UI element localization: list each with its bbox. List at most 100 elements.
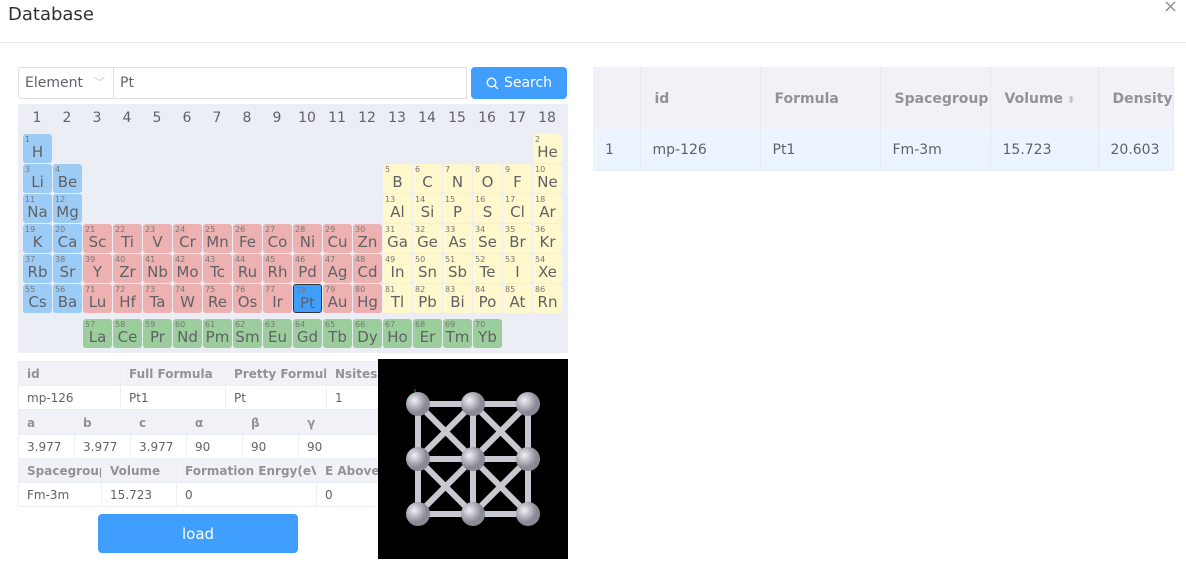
element-sm[interactable]: 62 Sm (233, 319, 262, 348)
element-la[interactable]: 57 La (83, 319, 112, 348)
element-kr[interactable]: 36 Kr (533, 224, 562, 253)
element-yb[interactable]: 70 Yb (473, 319, 502, 348)
element-mn[interactable]: 25 Mn (203, 224, 232, 253)
element-te[interactable]: 52 Te (473, 254, 502, 283)
element-in[interactable]: 49 In (383, 254, 412, 283)
element-tm[interactable]: 69 Tm (443, 319, 472, 348)
search-button[interactable]: Search (471, 67, 567, 99)
element-ge[interactable]: 32 Ge (413, 224, 442, 253)
element-br[interactable]: 35 Br (503, 224, 532, 253)
element-tc[interactable]: 43 Tc (203, 254, 232, 283)
element-ta[interactable]: 73 Ta (143, 284, 172, 313)
element-n[interactable]: 7N (443, 164, 472, 193)
element-al[interactable]: 13 Al (383, 194, 412, 223)
element-pb[interactable]: 82 Pb (413, 284, 442, 313)
element-cr[interactable]: 24 Cr (173, 224, 202, 253)
element-li[interactable]: 3 Li (23, 164, 52, 193)
element-xe[interactable]: 54 Xe (533, 254, 562, 283)
element-as[interactable]: 33 As (443, 224, 472, 253)
column-header-density[interactable]: Density⬍ (1098, 67, 1174, 130)
element-ne[interactable]: 10 Ne (533, 164, 562, 193)
element-ho[interactable]: 67 Ho (383, 319, 412, 348)
column-header-volume[interactable]: Volume ⬍ (990, 67, 1099, 130)
element-pt[interactable]: 78 Pt (293, 284, 322, 313)
element-pd[interactable]: 46 Pd (293, 254, 322, 283)
element-symbol: Yb (478, 328, 497, 346)
element-pr[interactable]: 59 Pr (143, 319, 172, 348)
element-ca[interactable]: 20 Ca (53, 224, 82, 253)
element-ba[interactable]: 56 Ba (53, 284, 82, 313)
element-si[interactable]: 14 Si (413, 194, 442, 223)
element-i[interactable]: 53 I (503, 254, 532, 283)
element-f[interactable]: 9F (503, 164, 532, 193)
element-au[interactable]: 79 Au (323, 284, 352, 313)
element-rh[interactable]: 45 Rh (263, 254, 292, 283)
element-cd[interactable]: 48 Cd (353, 254, 382, 283)
element-tb[interactable]: 65 Tb (323, 319, 352, 348)
element-ga[interactable]: 31 Ga (383, 224, 412, 253)
element-symbol: Ge (417, 233, 438, 251)
element-mo[interactable]: 42 Mo (173, 254, 202, 283)
element-zr[interactable]: 40 Zr (113, 254, 142, 283)
element-ti[interactable]: 22 Ti (113, 224, 142, 253)
load-button[interactable]: load (98, 514, 298, 553)
element-be[interactable]: 4 Be (53, 164, 82, 193)
element-re[interactable]: 75 Re (203, 284, 232, 313)
element-sc[interactable]: 21 Sc (83, 224, 112, 253)
element-w[interactable]: 74 W (173, 284, 202, 313)
element-gd[interactable]: 64 Gd (293, 319, 322, 348)
element-he[interactable]: 2 He (533, 134, 562, 163)
element-mg[interactable]: 12 Mg (53, 194, 82, 223)
element-dy[interactable]: 66 Dy (353, 319, 382, 348)
element-co[interactable]: 27 Co (263, 224, 292, 253)
element-cl[interactable]: 17 Cl (503, 194, 532, 223)
element-sr[interactable]: 38 Sr (53, 254, 82, 283)
element-tl[interactable]: 81 Tl (383, 284, 412, 313)
element-fe[interactable]: 26 Fe (233, 224, 262, 253)
element-rn[interactable]: 86 Rn (533, 284, 562, 313)
element-nb[interactable]: 41 Nb (143, 254, 172, 283)
element-na[interactable]: 11 Na (23, 194, 52, 223)
element-ru[interactable]: 44 Ru (233, 254, 262, 283)
element-er[interactable]: 68 Er (413, 319, 442, 348)
element-pm[interactable]: 61 Pm (203, 319, 232, 348)
element-s[interactable]: 16 S (473, 194, 502, 223)
element-sb[interactable]: 51 Sb (443, 254, 472, 283)
element-eu[interactable]: 63 Eu (263, 319, 292, 348)
search-field-select[interactable]: Element ﹀ (18, 67, 114, 99)
header-spacegroup: Spacegroup (18, 458, 102, 483)
search-icon (486, 76, 499, 89)
element-h[interactable]: 1H (23, 134, 52, 163)
close-icon[interactable]: × (1163, 0, 1178, 17)
element-ag[interactable]: 47 Ag (323, 254, 352, 283)
element-nd[interactable]: 60 Nd (173, 319, 202, 348)
element-rb[interactable]: 37 Rb (23, 254, 52, 283)
element-lu[interactable]: 71 Lu (83, 284, 112, 313)
search-input[interactable] (113, 67, 467, 99)
element-cs[interactable]: 55 Cs (23, 284, 52, 313)
element-ce[interactable]: 58 Ce (113, 319, 142, 348)
element-sn[interactable]: 50 Sn (413, 254, 442, 283)
element-hg[interactable]: 80 Hg (353, 284, 382, 313)
element-zn[interactable]: 30 Zn (353, 224, 382, 253)
crystal-structure-viewer[interactable] (378, 359, 568, 559)
element-se[interactable]: 34 Se (473, 224, 502, 253)
element-b[interactable]: 5B (383, 164, 412, 193)
element-cu[interactable]: 29 Cu (323, 224, 352, 253)
element-ar[interactable]: 18 Ar (533, 194, 562, 223)
element-o[interactable]: 8O (473, 164, 502, 193)
element-hf[interactable]: 72 Hf (113, 284, 142, 313)
element-bi[interactable]: 83 Bi (443, 284, 472, 313)
table-row[interactable]: 1 mp-126 Pt1 Fm-3m 15.723 20.603 (593, 130, 1174, 171)
element-c[interactable]: 6C (413, 164, 442, 193)
element-y[interactable]: 39 Y (83, 254, 112, 283)
element-k[interactable]: 19 K (23, 224, 52, 253)
element-at[interactable]: 85 At (503, 284, 532, 313)
element-v[interactable]: 23 V (143, 224, 172, 253)
element-p[interactable]: 15 P (443, 194, 472, 223)
element-ir[interactable]: 77 Ir (263, 284, 292, 313)
sort-icon[interactable]: ⬍ (1067, 95, 1075, 106)
element-po[interactable]: 84 Po (473, 284, 502, 313)
element-ni[interactable]: 28 Ni (293, 224, 322, 253)
element-os[interactable]: 76 Os (233, 284, 262, 313)
